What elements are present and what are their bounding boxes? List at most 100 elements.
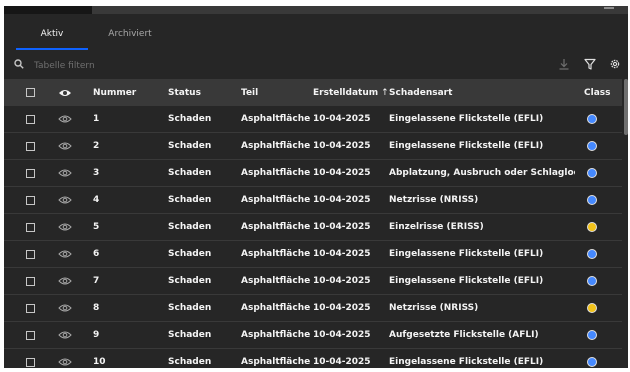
cell-erstelldatum: 10-04-2025 [313,114,371,124]
row-checkbox[interactable] [26,141,35,151]
row-checkbox[interactable] [26,168,35,178]
cell-nummer: 2 [93,141,100,151]
eye-icon[interactable] [58,303,72,313]
table-row[interactable]: 7 Schaden Asphaltfläche 10-04-2025 Eingelass… [4,268,628,295]
row-select-cell [26,295,40,321]
class-indicator-icon [587,195,597,205]
eye-icon[interactable] [58,276,72,286]
table-filter-input[interactable] [32,56,336,75]
cell-erstelldatum: 10-04-2025 [313,357,371,367]
cell-class [584,160,614,186]
row-checkbox[interactable] [26,249,35,259]
table-row[interactable]: 10 Schaden Asphaltfläche 10-04-2025 Eingelas… [4,349,628,368]
tab-bar: Aktiv Archiviert [4,20,628,51]
cell-class [584,187,614,213]
tab-archiviert[interactable]: Archiviert [94,20,166,48]
cell-erstelldatum: 10-04-2025 [313,330,371,340]
class-indicator-icon [587,168,597,178]
row-visibility-cell [58,106,76,132]
eye-icon[interactable] [58,168,72,178]
table-row[interactable]: 5 Schaden Asphaltfläche 10-04-2025 Einzelris… [4,214,628,241]
cell-nummer: 4 [93,195,100,205]
select-all-cell [26,79,40,106]
column-header-schadensart[interactable]: Schadensart [389,79,575,106]
cell-nummer: 8 [93,303,100,313]
eye-icon[interactable] [58,357,72,367]
eye-icon[interactable] [58,195,72,205]
download-icon[interactable] [558,58,570,70]
row-select-cell [26,268,40,294]
table-row[interactable]: 2 Schaden Asphaltfläche 10-04-2025 Eingelass… [4,133,628,160]
cell-class [584,349,614,368]
cell-teil: Asphaltfläche [241,303,311,313]
class-indicator-icon [587,330,597,340]
cell-status: Schaden [168,249,212,259]
cell-class [584,106,614,132]
cell-teil: Asphaltfläche [241,330,311,340]
filter-icon[interactable] [584,58,596,70]
table-row[interactable]: 1 Schaden Asphaltfläche 10-04-2025 Eingelass… [4,106,628,133]
row-select-cell [26,187,40,213]
cell-nummer: 10 [93,357,106,367]
cell-nummer: 7 [93,276,100,286]
cell-schadensart: Einzelrisse (ERISS) [389,222,484,232]
row-checkbox[interactable] [26,114,35,124]
row-select-cell [26,133,40,159]
eye-icon[interactable] [58,141,72,151]
cell-schadensart: Netzrisse (NRISS) [389,303,479,313]
class-indicator-icon [587,276,597,286]
row-checkbox[interactable] [26,222,35,232]
cell-teil: Asphaltfläche [241,141,311,151]
cell-teil: Asphaltfläche [241,276,311,286]
top-strip [4,6,628,14]
row-select-cell [26,241,40,267]
minimize-icon[interactable] [604,7,614,9]
cell-status: Schaden [168,330,212,340]
cell-nummer: 3 [93,168,100,178]
row-visibility-cell [58,241,76,267]
row-checkbox[interactable] [26,276,35,286]
eye-icon[interactable] [58,249,72,259]
column-header-erstelldatum[interactable]: Erstelldatum ↑ [313,79,389,106]
cell-erstelldatum: 10-04-2025 [313,195,371,205]
class-indicator-icon [587,141,597,151]
table-row[interactable]: 6 Schaden Asphaltfläche 10-04-2025 Eingelass… [4,241,628,268]
row-visibility-cell [58,160,76,186]
table-row[interactable]: 8 Schaden Asphaltfläche 10-04-2025 Netzrisse… [4,295,628,322]
eye-icon[interactable] [58,222,72,232]
scrollbar-thumb[interactable] [624,79,628,135]
cell-schadensart: Abplatzung, Ausbruch oder Schlagloch (A [389,168,575,178]
select-all-checkbox[interactable] [26,88,35,97]
row-checkbox[interactable] [26,330,35,340]
row-select-cell [26,349,40,368]
cell-class [584,214,614,240]
class-indicator-icon [587,114,597,124]
cell-status: Schaden [168,276,212,286]
search-icon [14,59,24,69]
column-header-class[interactable]: Class [584,79,614,106]
cell-class [584,322,614,348]
visibility-header[interactable] [58,79,76,106]
damage-table-panel: Aktiv Archiviert N [4,6,628,368]
tab-aktiv[interactable]: Aktiv [16,20,88,50]
row-checkbox[interactable] [26,195,35,205]
table-row[interactable]: 4 Schaden Asphaltfläche 10-04-2025 Netzrisse… [4,187,628,214]
class-indicator-icon [587,303,597,313]
column-header-teil[interactable]: Teil [241,79,313,106]
eye-icon[interactable] [58,330,72,340]
row-checkbox[interactable] [26,357,35,367]
row-visibility-cell [58,268,76,294]
top-strip-tab[interactable] [4,6,92,14]
table-row[interactable]: 9 Schaden Asphaltfläche 10-04-2025 Aufgesetz… [4,322,628,349]
table-row[interactable]: 3 Schaden Asphaltfläche 10-04-2025 Abplatzun… [4,160,628,187]
eye-icon[interactable] [58,114,72,124]
column-header-nummer[interactable]: Nummer [93,79,153,106]
gear-icon[interactable] [609,58,621,70]
column-header-erstelldatum-label: Erstelldatum [313,87,379,98]
cell-status: Schaden [168,303,212,313]
row-checkbox[interactable] [26,303,35,313]
cell-nummer: 6 [93,249,100,259]
row-visibility-cell [58,322,76,348]
column-header-status[interactable]: Status [168,79,238,106]
row-visibility-cell [58,349,76,368]
